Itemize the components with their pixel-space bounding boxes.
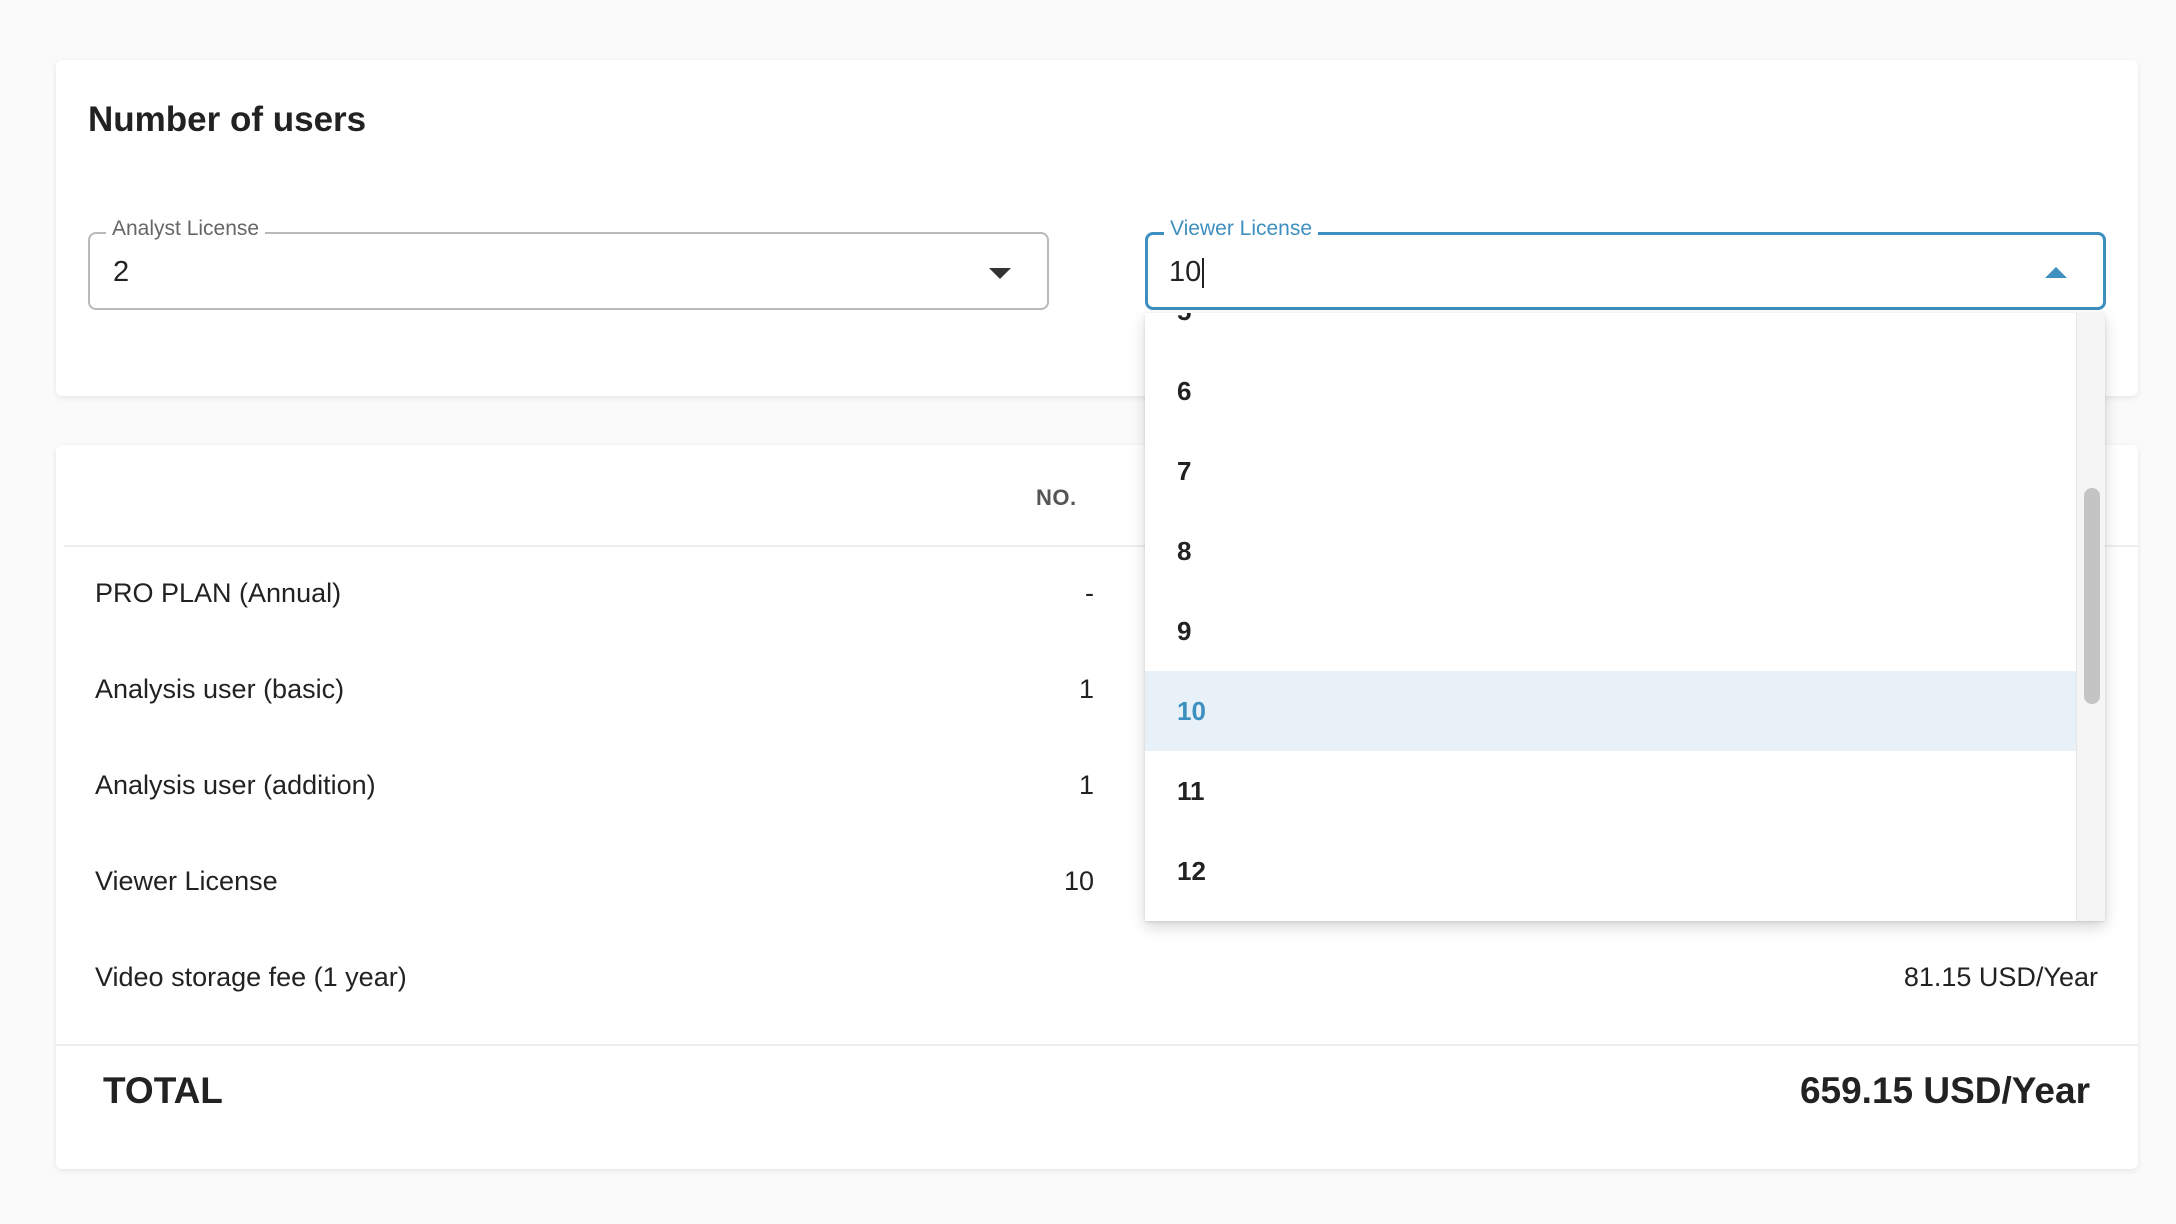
row-label: Analysis user (addition) — [95, 770, 376, 800]
row-label: Video storage fee (1 year) — [95, 962, 407, 992]
analyst-license-label: Analyst License — [106, 217, 266, 241]
dropdown-option[interactable]: 11 — [1145, 751, 2077, 831]
row-count: - — [1085, 578, 1094, 608]
chevron-up-icon[interactable] — [2045, 267, 2067, 278]
dropdown-option[interactable]: 5 — [1145, 313, 2077, 351]
total-label: TOTAL — [103, 1070, 223, 1111]
row-count: 1 — [1078, 674, 1094, 704]
dropdown-option[interactable]: 9 — [1145, 591, 2077, 671]
scrollbar-thumb[interactable] — [2084, 488, 2100, 704]
row-label: Viewer License — [95, 866, 278, 896]
dropdown-scrollbar[interactable] — [2076, 313, 2105, 921]
section-title: Number of users — [88, 100, 367, 139]
viewer-license-value: 10 — [1169, 256, 1202, 288]
dropdown-option[interactable]: 8 — [1145, 511, 2077, 591]
row-count: 1 — [1078, 770, 1094, 800]
dropdown-option[interactable]: 7 — [1145, 431, 2077, 511]
viewer-license-label: Viewer License — [1164, 217, 1319, 241]
viewer-license-listbox[interactable]: 5 6 7 8 9 10 11 12 — [1145, 313, 2105, 921]
table-row: Video storage fee (1 year) 81.15 USD/Yea… — [56, 962, 2138, 1002]
chevron-down-icon[interactable] — [989, 268, 1011, 279]
row-label: PRO PLAN (Annual) — [95, 578, 342, 608]
total-divider — [56, 1044, 2138, 1046]
row-label: Analysis user (basic) — [95, 674, 345, 704]
row-amount: 81.15 USD/Year — [1903, 962, 2098, 992]
viewer-license-select[interactable]: Viewer License 10 — [1145, 217, 2106, 310]
analyst-license-value: 2 — [113, 256, 130, 288]
row-count: 10 — [1063, 866, 1094, 896]
analyst-license-select[interactable]: Analyst License 2 — [88, 217, 1049, 310]
column-header-no: NO. — [1036, 485, 1077, 510]
text-caret — [1202, 258, 1205, 289]
total-value: 659.15 USD/Year — [1799, 1070, 2090, 1111]
dropdown-option-selected[interactable]: 10 — [1145, 671, 2077, 751]
viewer-license-input[interactable]: 10 — [1169, 256, 1205, 289]
dropdown-option[interactable]: 6 — [1145, 351, 2077, 431]
dropdown-option[interactable]: 12 — [1145, 831, 2077, 911]
